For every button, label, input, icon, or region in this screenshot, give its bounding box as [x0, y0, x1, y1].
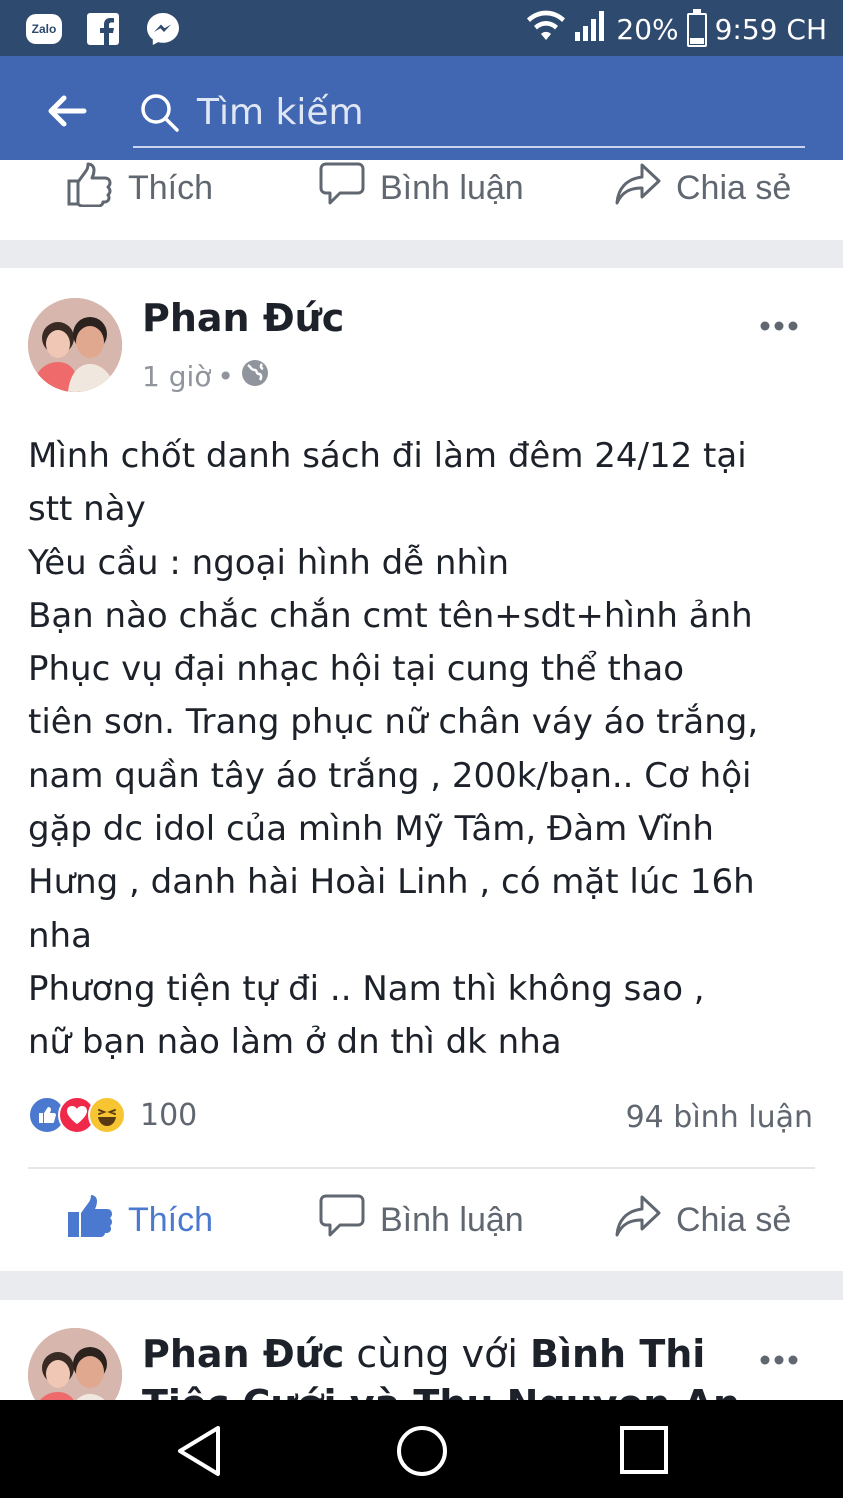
divider: [28, 1167, 815, 1169]
zalo-label: Zalo: [31, 22, 57, 36]
share-button[interactable]: Chia sẻ: [614, 1180, 791, 1260]
post-line: Hưng , danh hài Hoài Linh , có mặt lúc 1…: [28, 862, 755, 903]
like-label: Thích: [128, 1200, 214, 1239]
back-arrow-icon[interactable]: [40, 86, 90, 136]
prev-like-label: Thích: [128, 168, 214, 207]
search-placeholder: Tìm kiếm: [197, 92, 364, 133]
post-author[interactable]: Phan Đức: [142, 296, 344, 340]
with-text: cùng với: [356, 1332, 518, 1376]
thumbs-up-icon: [66, 161, 114, 216]
battery-percent: 20%: [616, 13, 679, 46]
meta-dot: •: [217, 360, 234, 393]
prev-comment-button[interactable]: Bình luận: [318, 148, 524, 228]
prev-comment-label: Bình luận: [380, 168, 524, 207]
comment-count[interactable]: 94 bình luận: [626, 1100, 813, 1135]
post-line: nữ bạn nào làm ở dn thì dk nha: [28, 1022, 562, 1063]
thumbs-up-icon: [66, 1193, 114, 1248]
prev-share-label: Chia sẻ: [676, 168, 792, 207]
share-arrow-icon: [614, 1193, 662, 1248]
comment-bubble-icon: [318, 161, 366, 216]
post-meta: 1 giờ •: [142, 358, 270, 395]
post-text: Mình chốt danh sách đi làm đêm 24/12 tại…: [28, 430, 818, 1070]
system-status: 20% 9:59 CH: [526, 8, 827, 49]
avatar[interactable]: [28, 298, 122, 392]
post-line: Mình chốt danh sách đi làm đêm 24/12 tại: [28, 436, 747, 476]
post-line: Yêu cầu : ngoại hình dễ nhìn: [28, 542, 509, 583]
next-post-header: Phan Đức cùng với Bình Thi: [142, 1332, 705, 1376]
messenger-icon: [144, 10, 182, 48]
search-input[interactable]: Tìm kiếm: [133, 86, 805, 148]
notification-icons: Zalo: [26, 10, 182, 48]
more-options-icon[interactable]: [759, 306, 799, 339]
comment-button[interactable]: Bình luận: [318, 1180, 524, 1260]
zalo-icon: Zalo: [26, 14, 62, 44]
next-post-card: Phan Đức cùng với Bình Thi Tiệc Cưới và …: [0, 1300, 843, 1400]
prev-like-button[interactable]: Thích: [66, 148, 213, 228]
navigation-bar: [0, 1400, 843, 1498]
haha-reaction-icon: [88, 1096, 126, 1134]
post-line: tiên sơn. Trang phục nữ chân váy áo trắn…: [28, 702, 759, 743]
share-arrow-icon: [614, 161, 662, 216]
share-label: Chia sẻ: [676, 1200, 792, 1239]
post-line: Bạn nào chắc chắn cmt tên+sdt+hình ảnh: [28, 595, 753, 636]
signal-icon: [574, 10, 608, 49]
prev-share-button[interactable]: Chia sẻ: [614, 148, 791, 228]
post-line: nha: [28, 915, 92, 956]
clock: 9:59 CH: [714, 13, 827, 46]
status-bar: Zalo 20% 9:59 CH: [0, 0, 843, 56]
post-line: Phục vụ đại nhạc hội tại cung thể thao: [28, 649, 685, 690]
recents-nav-icon[interactable]: [616, 1424, 672, 1478]
post-card: Phan Đức 1 giờ • Mình chốt danh sách đi …: [0, 268, 843, 1271]
post-time[interactable]: 1 giờ: [142, 360, 211, 393]
prev-post-actions: Thích Bình luận Chia sẻ: [0, 160, 843, 240]
next-post-author[interactable]: Phan Đức: [142, 1332, 344, 1376]
comment-label: Bình luận: [380, 1200, 524, 1239]
post-line: gặp dc idol của mình Mỹ Tâm, Đàm Vĩnh: [28, 809, 714, 850]
battery-icon: [686, 8, 707, 47]
post-line: Phương tiện tự đi .. Nam thì không sao ,: [28, 968, 705, 1009]
next-post-cut-line: Tiệc Cưới và Thu Nguyen An: [142, 1382, 740, 1400]
facebook-icon: [84, 10, 122, 48]
more-options-icon[interactable]: [759, 1340, 799, 1373]
search-icon: [139, 92, 181, 138]
post-line: stt này: [28, 489, 146, 530]
globe-icon: [240, 358, 270, 395]
wifi-icon: [526, 10, 566, 49]
home-nav-icon[interactable]: [394, 1424, 450, 1478]
post-actions: Thích Bình luận Chia sẻ: [0, 1180, 843, 1260]
comment-bubble-icon: [318, 1193, 366, 1248]
post-line: nam quần tây áo trắng , 200k/bạn.. Cơ hộ…: [28, 755, 752, 796]
back-nav-icon[interactable]: [174, 1424, 230, 1478]
avatar[interactable]: [28, 1328, 122, 1400]
page: Zalo 20% 9:59 CH Tìm kiếm Thích Bình luậ…: [0, 0, 843, 1498]
reactions-summary[interactable]: 100: [28, 1096, 197, 1134]
reaction-count: 100: [140, 1097, 198, 1133]
tagged-person[interactable]: Bình Thi: [530, 1332, 705, 1376]
like-button[interactable]: Thích: [66, 1180, 213, 1260]
